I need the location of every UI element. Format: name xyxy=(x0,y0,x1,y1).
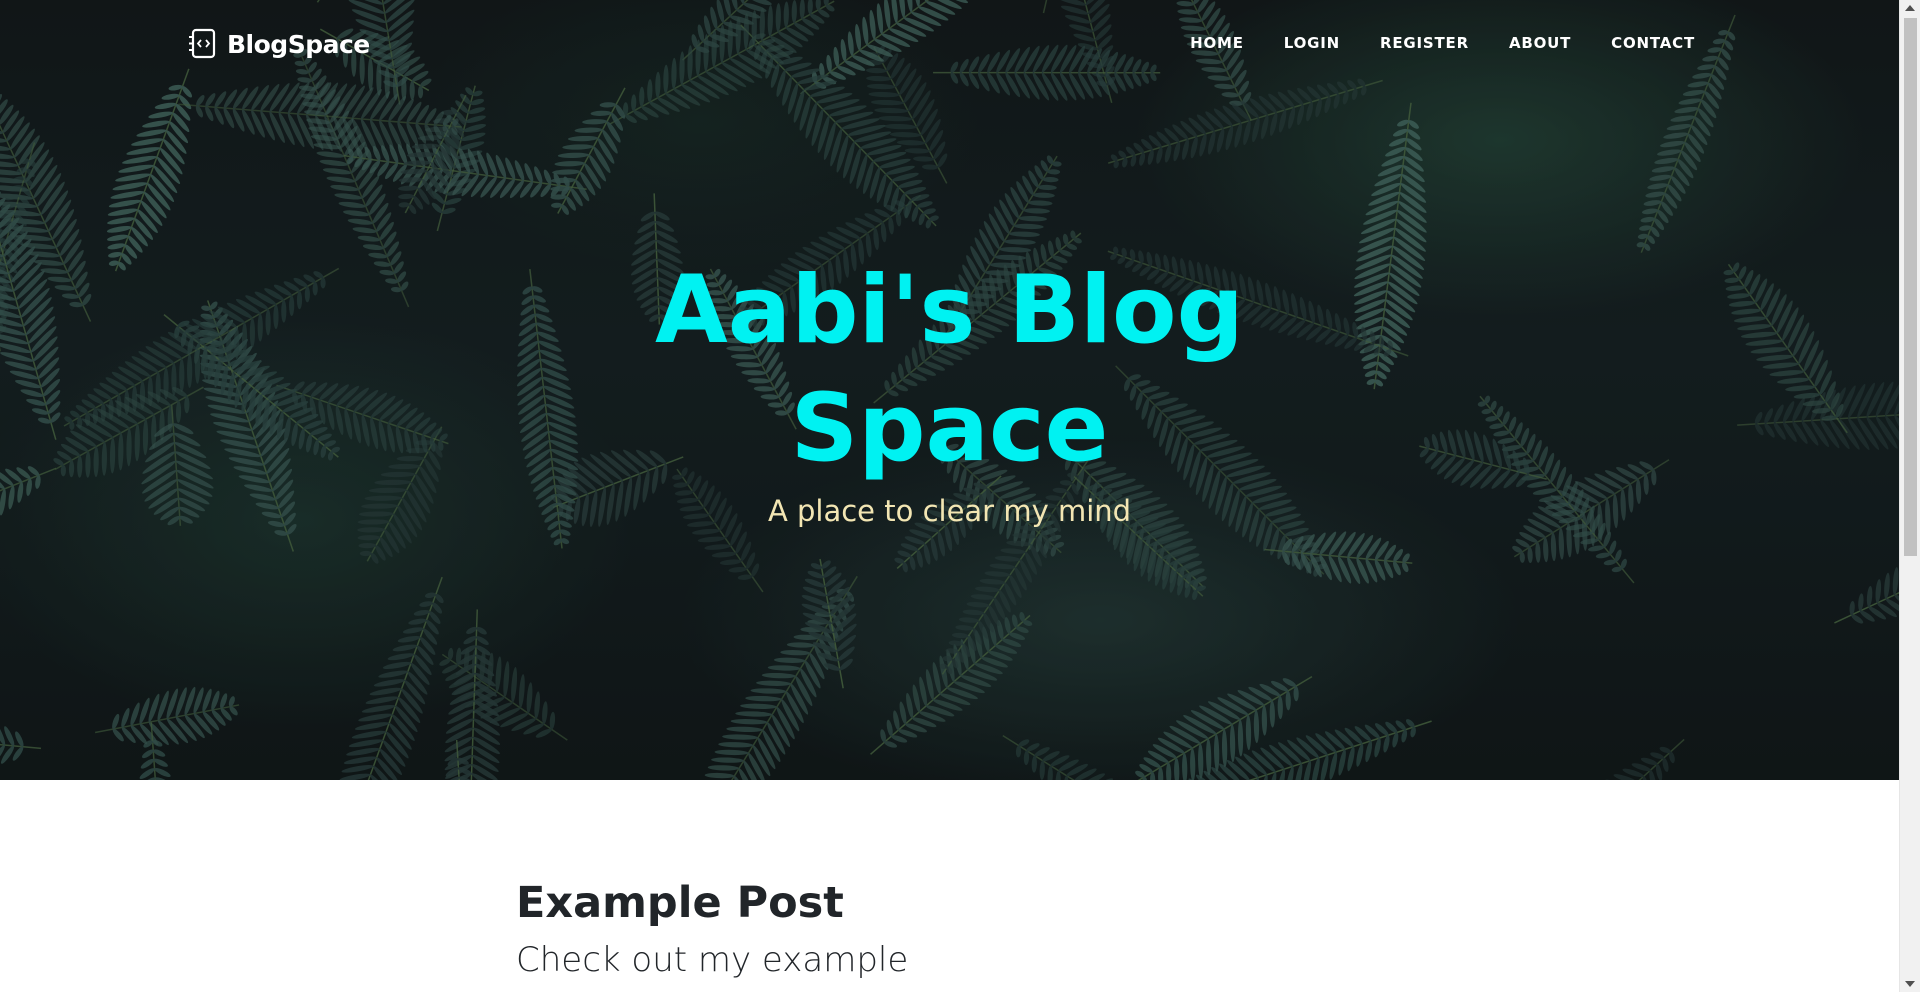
post-subtitle: Check out my example xyxy=(516,940,909,980)
post-preview: Example Post Check out my example xyxy=(516,876,1416,980)
hero-title-line-1: Aabi's Blog xyxy=(655,256,1244,365)
brand-link[interactable]: BlogSpace xyxy=(187,28,370,60)
nav-about-link[interactable]: ABOUT xyxy=(1509,34,1571,52)
nav-home-link[interactable]: HOME xyxy=(1190,34,1244,52)
hero-title-line-2: Space xyxy=(790,374,1109,483)
brand-name: BlogSpace xyxy=(227,29,370,59)
hero-header: BlogSpace HOME LOGIN REGISTER ABOUT CONT… xyxy=(0,0,1899,780)
nav-register-link[interactable]: REGISTER xyxy=(1380,34,1469,52)
scrollbar-thumb[interactable] xyxy=(1904,18,1917,556)
page-viewport: BlogSpace HOME LOGIN REGISTER ABOUT CONT… xyxy=(0,0,1899,992)
scroll-down-arrow-icon[interactable] xyxy=(1905,981,1915,987)
post-title-link[interactable]: Example Post xyxy=(516,876,1416,930)
nav-login-link[interactable]: LOGIN xyxy=(1284,34,1340,52)
main-navbar: BlogSpace HOME LOGIN REGISTER ABOUT CONT… xyxy=(0,0,1899,90)
nav-links: HOME LOGIN REGISTER ABOUT CONTACT xyxy=(1190,34,1695,52)
hero-subtitle: A place to clear my mind xyxy=(767,494,1132,528)
scroll-up-arrow-icon[interactable] xyxy=(1905,5,1915,11)
nav-contact-link[interactable]: CONTACT xyxy=(1611,34,1695,52)
vertical-scrollbar[interactable] xyxy=(1899,0,1920,992)
hero-title: Aabi's Blog Space xyxy=(0,252,1899,488)
notebook-code-icon xyxy=(187,28,217,60)
